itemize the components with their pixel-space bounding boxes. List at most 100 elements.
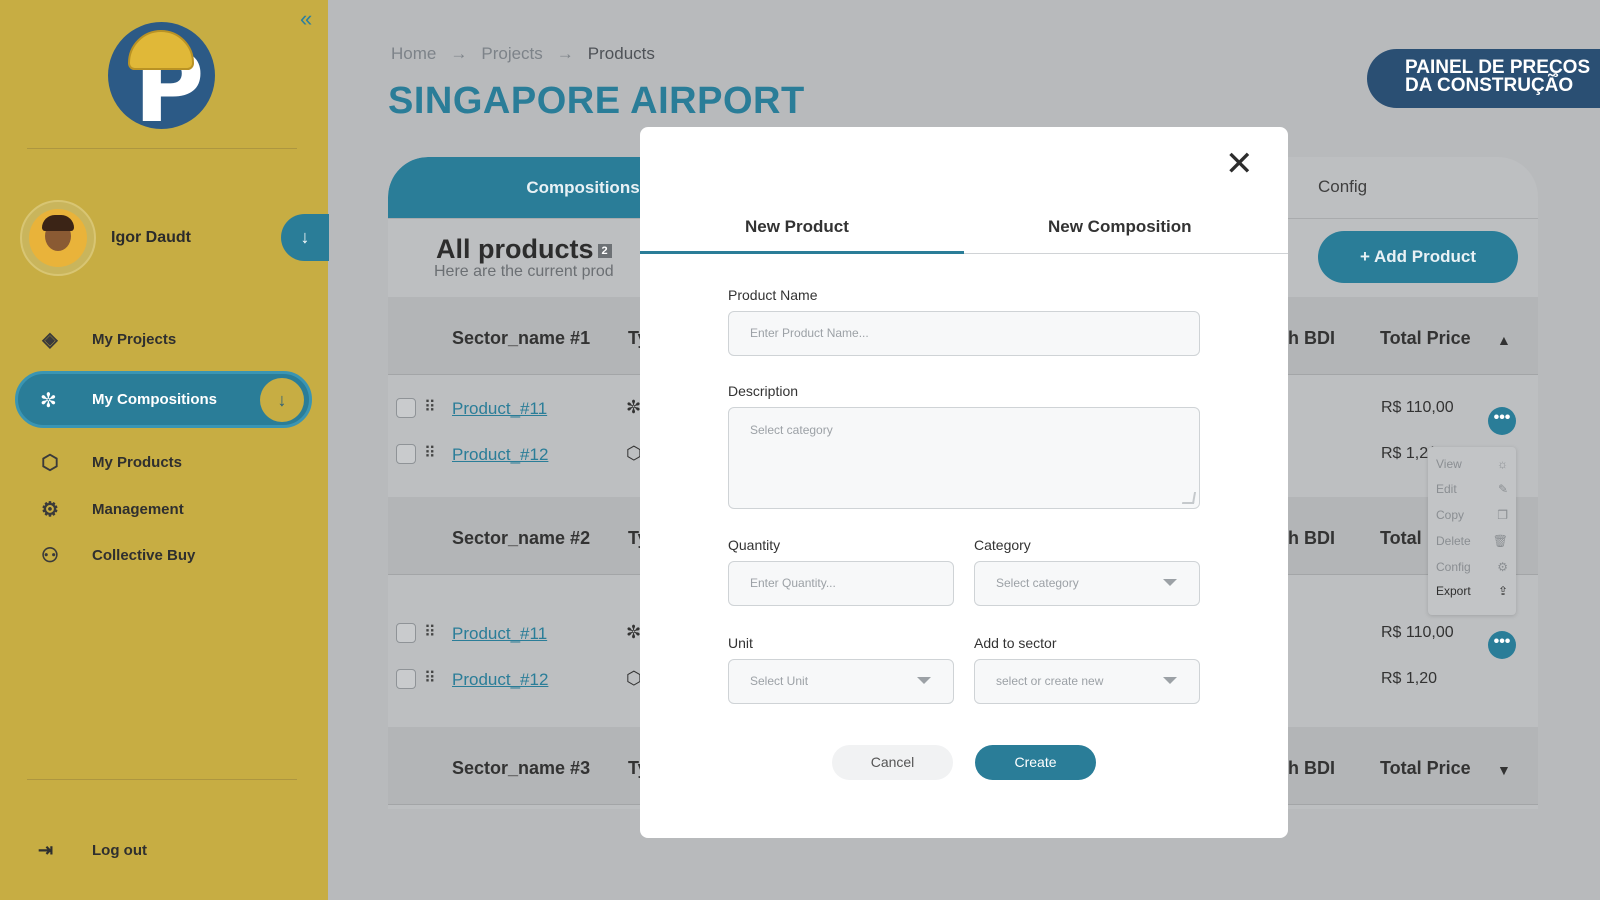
nav-management[interactable]: ⚙ Management bbox=[36, 492, 184, 526]
chevron-down-icon bbox=[917, 677, 931, 684]
collapse-sidebar-icon[interactable]: « bbox=[300, 8, 312, 30]
sector-name: Sector_name #2 bbox=[452, 528, 591, 548]
logout-label: Log out bbox=[92, 842, 147, 859]
pencil-icon: ✎ bbox=[1497, 482, 1508, 496]
menu-item-view[interactable]: View ☼ bbox=[1436, 457, 1508, 471]
sidebar: « P Igor Daudt ↓ ◈ My Projects ✼ My Comp… bbox=[0, 0, 329, 900]
nav-collective-buy[interactable]: ⚇ Collective Buy bbox=[36, 538, 195, 572]
create-button[interactable]: Create bbox=[975, 745, 1096, 780]
resize-grip-icon[interactable] bbox=[1181, 492, 1197, 504]
nav-label: My Compositions bbox=[92, 391, 218, 408]
menu-item-delete[interactable]: Delete 🗑 bbox=[1436, 534, 1508, 548]
drag-handle-icon[interactable]: ⠿ bbox=[424, 622, 436, 642]
user-menu-toggle[interactable]: ↓ bbox=[281, 214, 329, 261]
nav-my-products[interactable]: ⬡ My Products bbox=[36, 445, 182, 479]
breadcrumb-home[interactable]: Home bbox=[391, 44, 436, 64]
sector-select[interactable]: select or create new bbox=[974, 659, 1200, 704]
menu-item-edit[interactable]: Edit ✎ bbox=[1436, 482, 1508, 496]
gear-icon: ⚙ bbox=[41, 498, 59, 521]
brand-logo: PAINEL DE PREÇOS DA CONSTRUÇÃO bbox=[1367, 49, 1600, 108]
add-product-button[interactable]: + Add Product bbox=[1318, 231, 1518, 283]
menu-item-copy[interactable]: Copy ❐ bbox=[1436, 508, 1508, 522]
product-link[interactable]: Product_#12 bbox=[452, 445, 548, 465]
row-price: R$ 1,20 bbox=[1381, 670, 1438, 687]
logout-button[interactable]: ⇥ Log out bbox=[38, 840, 147, 861]
divider bbox=[27, 148, 297, 149]
drag-handle-icon[interactable]: ⠿ bbox=[424, 443, 436, 463]
total-price-column: Total Price bbox=[1380, 758, 1471, 778]
total-price-column: Total bbox=[1380, 528, 1422, 548]
row-price: R$ 110,00 bbox=[1381, 624, 1454, 641]
sector-name: Sector_name #3 bbox=[452, 758, 591, 778]
expand-caret-icon[interactable]: ▼ bbox=[1497, 762, 1511, 778]
row-checkbox[interactable] bbox=[396, 444, 416, 464]
description-label: Description bbox=[728, 383, 799, 399]
cube-icon: ⬡ bbox=[41, 451, 59, 474]
user-name: Igor Daudt bbox=[111, 229, 191, 246]
quantity-label: Quantity bbox=[728, 537, 781, 553]
menu-item-config[interactable]: Config ⚙ bbox=[1436, 560, 1508, 574]
row-checkbox[interactable] bbox=[396, 398, 416, 418]
layers-icon: ◈ bbox=[42, 328, 58, 351]
breadcrumb-separator: → bbox=[556, 44, 574, 63]
section-subtitle: Here are the current prod bbox=[434, 263, 614, 280]
tab-new-composition[interactable]: New Composition bbox=[1048, 217, 1192, 237]
category-select[interactable]: Select category bbox=[974, 561, 1200, 606]
eye-icon: ☼ bbox=[1497, 457, 1508, 471]
gear-icon: ⚙ bbox=[1497, 560, 1508, 574]
row-checkbox[interactable] bbox=[396, 669, 416, 689]
nav-label: My Products bbox=[92, 453, 183, 471]
nav-label: Collective Buy bbox=[92, 546, 196, 564]
breadcrumb-current: Products bbox=[587, 44, 655, 63]
chevron-down-icon bbox=[1163, 579, 1177, 586]
sector-name: Sector_name #1 bbox=[452, 328, 591, 348]
group-icon: ⚇ bbox=[41, 544, 59, 567]
menu-item-export[interactable]: Export ⇪ bbox=[1436, 584, 1508, 598]
active-tab-indicator bbox=[640, 251, 964, 254]
product-link[interactable]: Product_#12 bbox=[452, 670, 548, 690]
product-name-input[interactable]: Enter Product Name... bbox=[728, 311, 1200, 356]
row-price: R$ 1,2( bbox=[1381, 445, 1434, 462]
composition-icon: ✼ bbox=[626, 397, 642, 417]
breadcrumb-projects[interactable]: Projects bbox=[481, 44, 542, 64]
nav-my-compositions[interactable]: ✼ My Compositions ↓ bbox=[15, 371, 312, 428]
close-icon[interactable]: ✕ bbox=[1225, 147, 1254, 181]
tab-config[interactable]: Config bbox=[1318, 177, 1367, 197]
page-title: SINGAPORE AIRPORT bbox=[388, 80, 805, 122]
tab-new-product[interactable]: New Product bbox=[745, 217, 849, 237]
new-product-modal: ✕ New Product New Composition Product Na… bbox=[640, 127, 1288, 838]
row-checkbox[interactable] bbox=[396, 623, 416, 643]
bdi-column: th BDI bbox=[1282, 528, 1335, 548]
drag-handle-icon[interactable]: ⠿ bbox=[424, 397, 436, 417]
chevron-down-icon bbox=[1163, 677, 1177, 684]
breadcrumb-separator: → bbox=[450, 44, 468, 63]
row-price: R$ 110,00 bbox=[1381, 399, 1454, 416]
molecule-icon: ✼ bbox=[40, 390, 57, 412]
avatar[interactable] bbox=[29, 209, 87, 267]
more-options-icon[interactable]: ••• bbox=[1488, 631, 1516, 659]
divider bbox=[27, 779, 297, 780]
description-textarea[interactable]: Select category bbox=[728, 407, 1200, 509]
count-badge: 2 bbox=[597, 243, 612, 258]
drag-handle-icon[interactable]: ⠿ bbox=[424, 668, 436, 688]
cancel-button[interactable]: Cancel bbox=[832, 745, 953, 780]
unit-select[interactable]: Select Unit bbox=[728, 659, 954, 704]
row-context-menu: View ☼ Edit ✎ Copy ❐ Delete 🗑 Config ⚙ Export… bbox=[1428, 447, 1516, 615]
arrow-down-icon[interactable]: ↓ bbox=[260, 378, 304, 422]
export-icon: ⇪ bbox=[1497, 584, 1508, 598]
sector-label: Add to sector bbox=[974, 635, 1057, 651]
more-options-icon[interactable]: ••• bbox=[1488, 407, 1516, 435]
product-link[interactable]: Product_#11 bbox=[452, 399, 547, 419]
logout-icon: ⇥ bbox=[38, 840, 54, 860]
quantity-input[interactable]: Enter Quantity... bbox=[728, 561, 954, 606]
nav-my-projects[interactable]: ◈ My Projects bbox=[36, 322, 176, 356]
collapse-caret-icon[interactable]: ▲ bbox=[1497, 332, 1511, 348]
bdi-column: th BDI bbox=[1282, 758, 1335, 778]
breadcrumb: Home → Projects → Products bbox=[391, 44, 655, 64]
product-link[interactable]: Product_#11 bbox=[452, 624, 547, 644]
copy-icon: ❐ bbox=[1497, 508, 1508, 522]
app-logo: P bbox=[108, 22, 215, 129]
brand-line: DA CONSTRUÇÃO bbox=[1405, 75, 1574, 96]
composition-icon: ✼ bbox=[626, 622, 642, 642]
section-title: All products 2 bbox=[436, 234, 612, 265]
